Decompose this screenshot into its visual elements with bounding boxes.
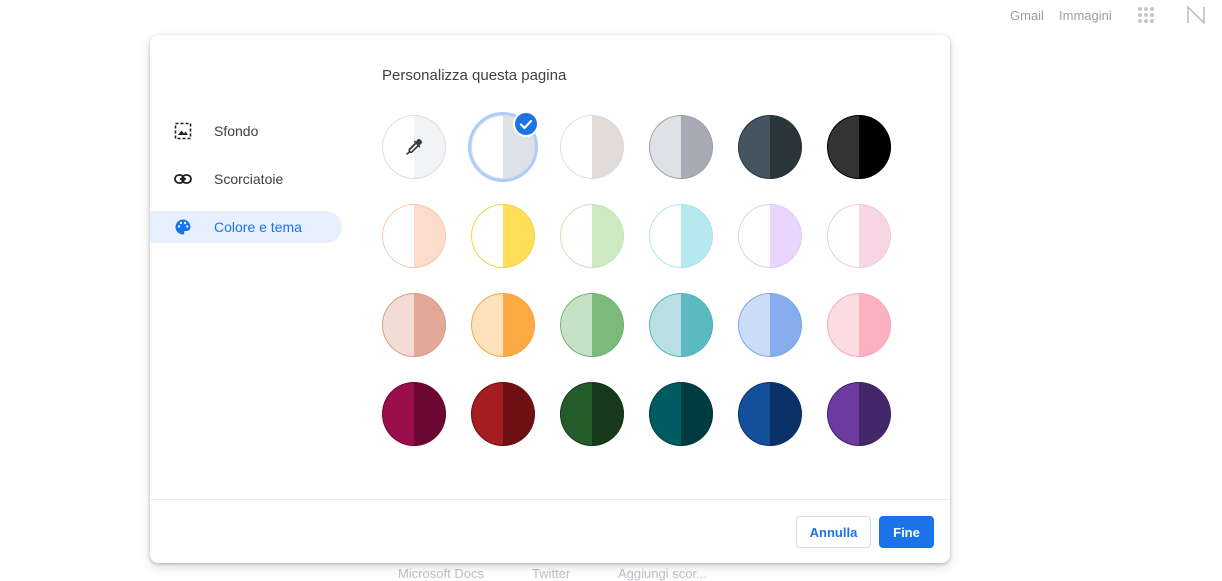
- swatch-border: [738, 115, 802, 179]
- color-swatch[interactable]: [827, 204, 891, 268]
- color-swatch[interactable]: [382, 204, 446, 268]
- done-button[interactable]: Fine: [879, 516, 934, 548]
- selected-check-icon: [513, 111, 539, 137]
- swatch-border: [382, 293, 446, 357]
- swatch-border: [649, 382, 713, 446]
- color-swatch[interactable]: [560, 204, 624, 268]
- color-swatch[interactable]: [649, 293, 713, 357]
- gmail-link[interactable]: Gmail: [1010, 8, 1044, 23]
- swatch-border: [827, 293, 891, 357]
- swatch-border: [649, 115, 713, 179]
- link-icon: [174, 174, 192, 184]
- color-swatch[interactable]: [382, 382, 446, 446]
- dialog-sidebar: Sfondo Scorciatoie Colore e tema: [150, 35, 350, 495]
- image-icon: [174, 122, 192, 140]
- account-avatar-icon[interactable]: [1185, 4, 1207, 26]
- color-swatch[interactable]: [471, 293, 535, 357]
- sidebar-item-label: Colore e tema: [214, 219, 302, 235]
- swatch-border: [649, 293, 713, 357]
- color-swatch[interactable]: [471, 204, 535, 268]
- cancel-button[interactable]: Annulla: [796, 516, 871, 548]
- swatch-border: [738, 204, 802, 268]
- top-bar: Gmail Immagini: [992, 0, 1222, 30]
- apps-grid-icon[interactable]: [1137, 6, 1155, 24]
- checkmark-icon: [519, 119, 533, 130]
- swatch-border: [560, 382, 624, 446]
- sidebar-item-color-theme[interactable]: Colore e tema: [150, 211, 342, 243]
- color-swatch[interactable]: [738, 293, 802, 357]
- swatch-border: [738, 382, 802, 446]
- color-swatch[interactable]: [560, 293, 624, 357]
- images-link[interactable]: Immagini: [1059, 8, 1112, 23]
- swatch-border: [827, 204, 891, 268]
- swatch-border: [560, 115, 624, 179]
- swatch-border: [738, 293, 802, 357]
- color-swatch[interactable]: [649, 382, 713, 446]
- panel-title: Personalizza questa pagina: [382, 67, 567, 84]
- eyedropper-icon: [406, 138, 423, 155]
- customize-dialog: Sfondo Scorciatoie Colore e tema Persona…: [150, 35, 950, 563]
- color-swatch[interactable]: [827, 382, 891, 446]
- color-swatch[interactable]: [738, 115, 802, 179]
- color-swatch[interactable]: [827, 293, 891, 357]
- color-swatch[interactable]: [649, 204, 713, 268]
- swatch-border: [471, 204, 535, 268]
- color-swatch[interactable]: [738, 382, 802, 446]
- swatch-border: [827, 382, 891, 446]
- sidebar-item-shortcuts[interactable]: Scorciatoie: [150, 163, 342, 195]
- color-swatch[interactable]: [560, 115, 624, 179]
- swatch-border: [560, 204, 624, 268]
- color-swatch[interactable]: [560, 382, 624, 446]
- swatch-border: [382, 382, 446, 446]
- color-swatch[interactable]: [738, 204, 802, 268]
- sidebar-item-label: Sfondo: [214, 123, 259, 139]
- swatch-border: [649, 204, 713, 268]
- swatch-border: [827, 115, 891, 179]
- swatch-border: [382, 204, 446, 268]
- footer-divider: [150, 499, 950, 500]
- color-swatch[interactable]: [827, 115, 891, 179]
- color-swatch[interactable]: [382, 293, 446, 357]
- color-swatch[interactable]: [649, 115, 713, 179]
- sidebar-item-background[interactable]: Sfondo: [150, 115, 342, 147]
- color-swatch[interactable]: [471, 382, 535, 446]
- palette-icon: [175, 219, 191, 235]
- sidebar-item-label: Scorciatoie: [214, 171, 284, 187]
- swatch-border: [471, 293, 535, 357]
- swatch-border: [471, 382, 535, 446]
- swatch-border: [560, 293, 624, 357]
- custom-color-swatch[interactable]: [382, 115, 446, 179]
- shortcut-links-background: Microsoft Docs Twitter Aggiungi scor...: [0, 566, 1222, 581]
